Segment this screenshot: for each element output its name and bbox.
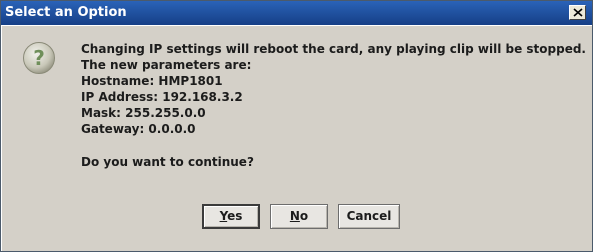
no-label: o (299, 209, 309, 223)
message-line-hostname: Hostname: HMP1801 (81, 74, 223, 88)
message-line-ip: IP Address: 192.168.3.2 (81, 90, 243, 104)
dialog-title: Select an Option (5, 5, 127, 20)
cancel-label: Cancel (346, 209, 392, 223)
button-row: Yes No Cancel (2, 204, 593, 232)
dialog-content: ? Changing IP settings will reboot the c… (1, 25, 592, 251)
question-icon: ? (23, 42, 55, 74)
cancel-button[interactable]: Cancel (338, 204, 400, 229)
message-line-warning: Changing IP settings will reboot the car… (81, 42, 586, 56)
message-line-gateway: Gateway: 0.0.0.0 (81, 122, 196, 136)
close-button[interactable] (569, 5, 586, 20)
option-dialog: Select an Option ? Changing IP settings … (0, 0, 593, 252)
message-text: Changing IP settings will reboot the car… (81, 41, 586, 170)
message-line-mask: Mask: 255.255.0.0 (81, 106, 206, 120)
no-mnemonic: N (289, 209, 300, 223)
yes-label: es (227, 209, 243, 223)
message-line-intro: The new parameters are: (81, 58, 252, 72)
message-question: Do you want to continue? (81, 155, 254, 169)
close-icon (573, 8, 583, 17)
title-bar[interactable]: Select an Option (1, 1, 592, 25)
svg-text:?: ? (33, 46, 45, 70)
yes-button[interactable]: Yes (202, 204, 260, 229)
no-button[interactable]: No (270, 204, 328, 229)
